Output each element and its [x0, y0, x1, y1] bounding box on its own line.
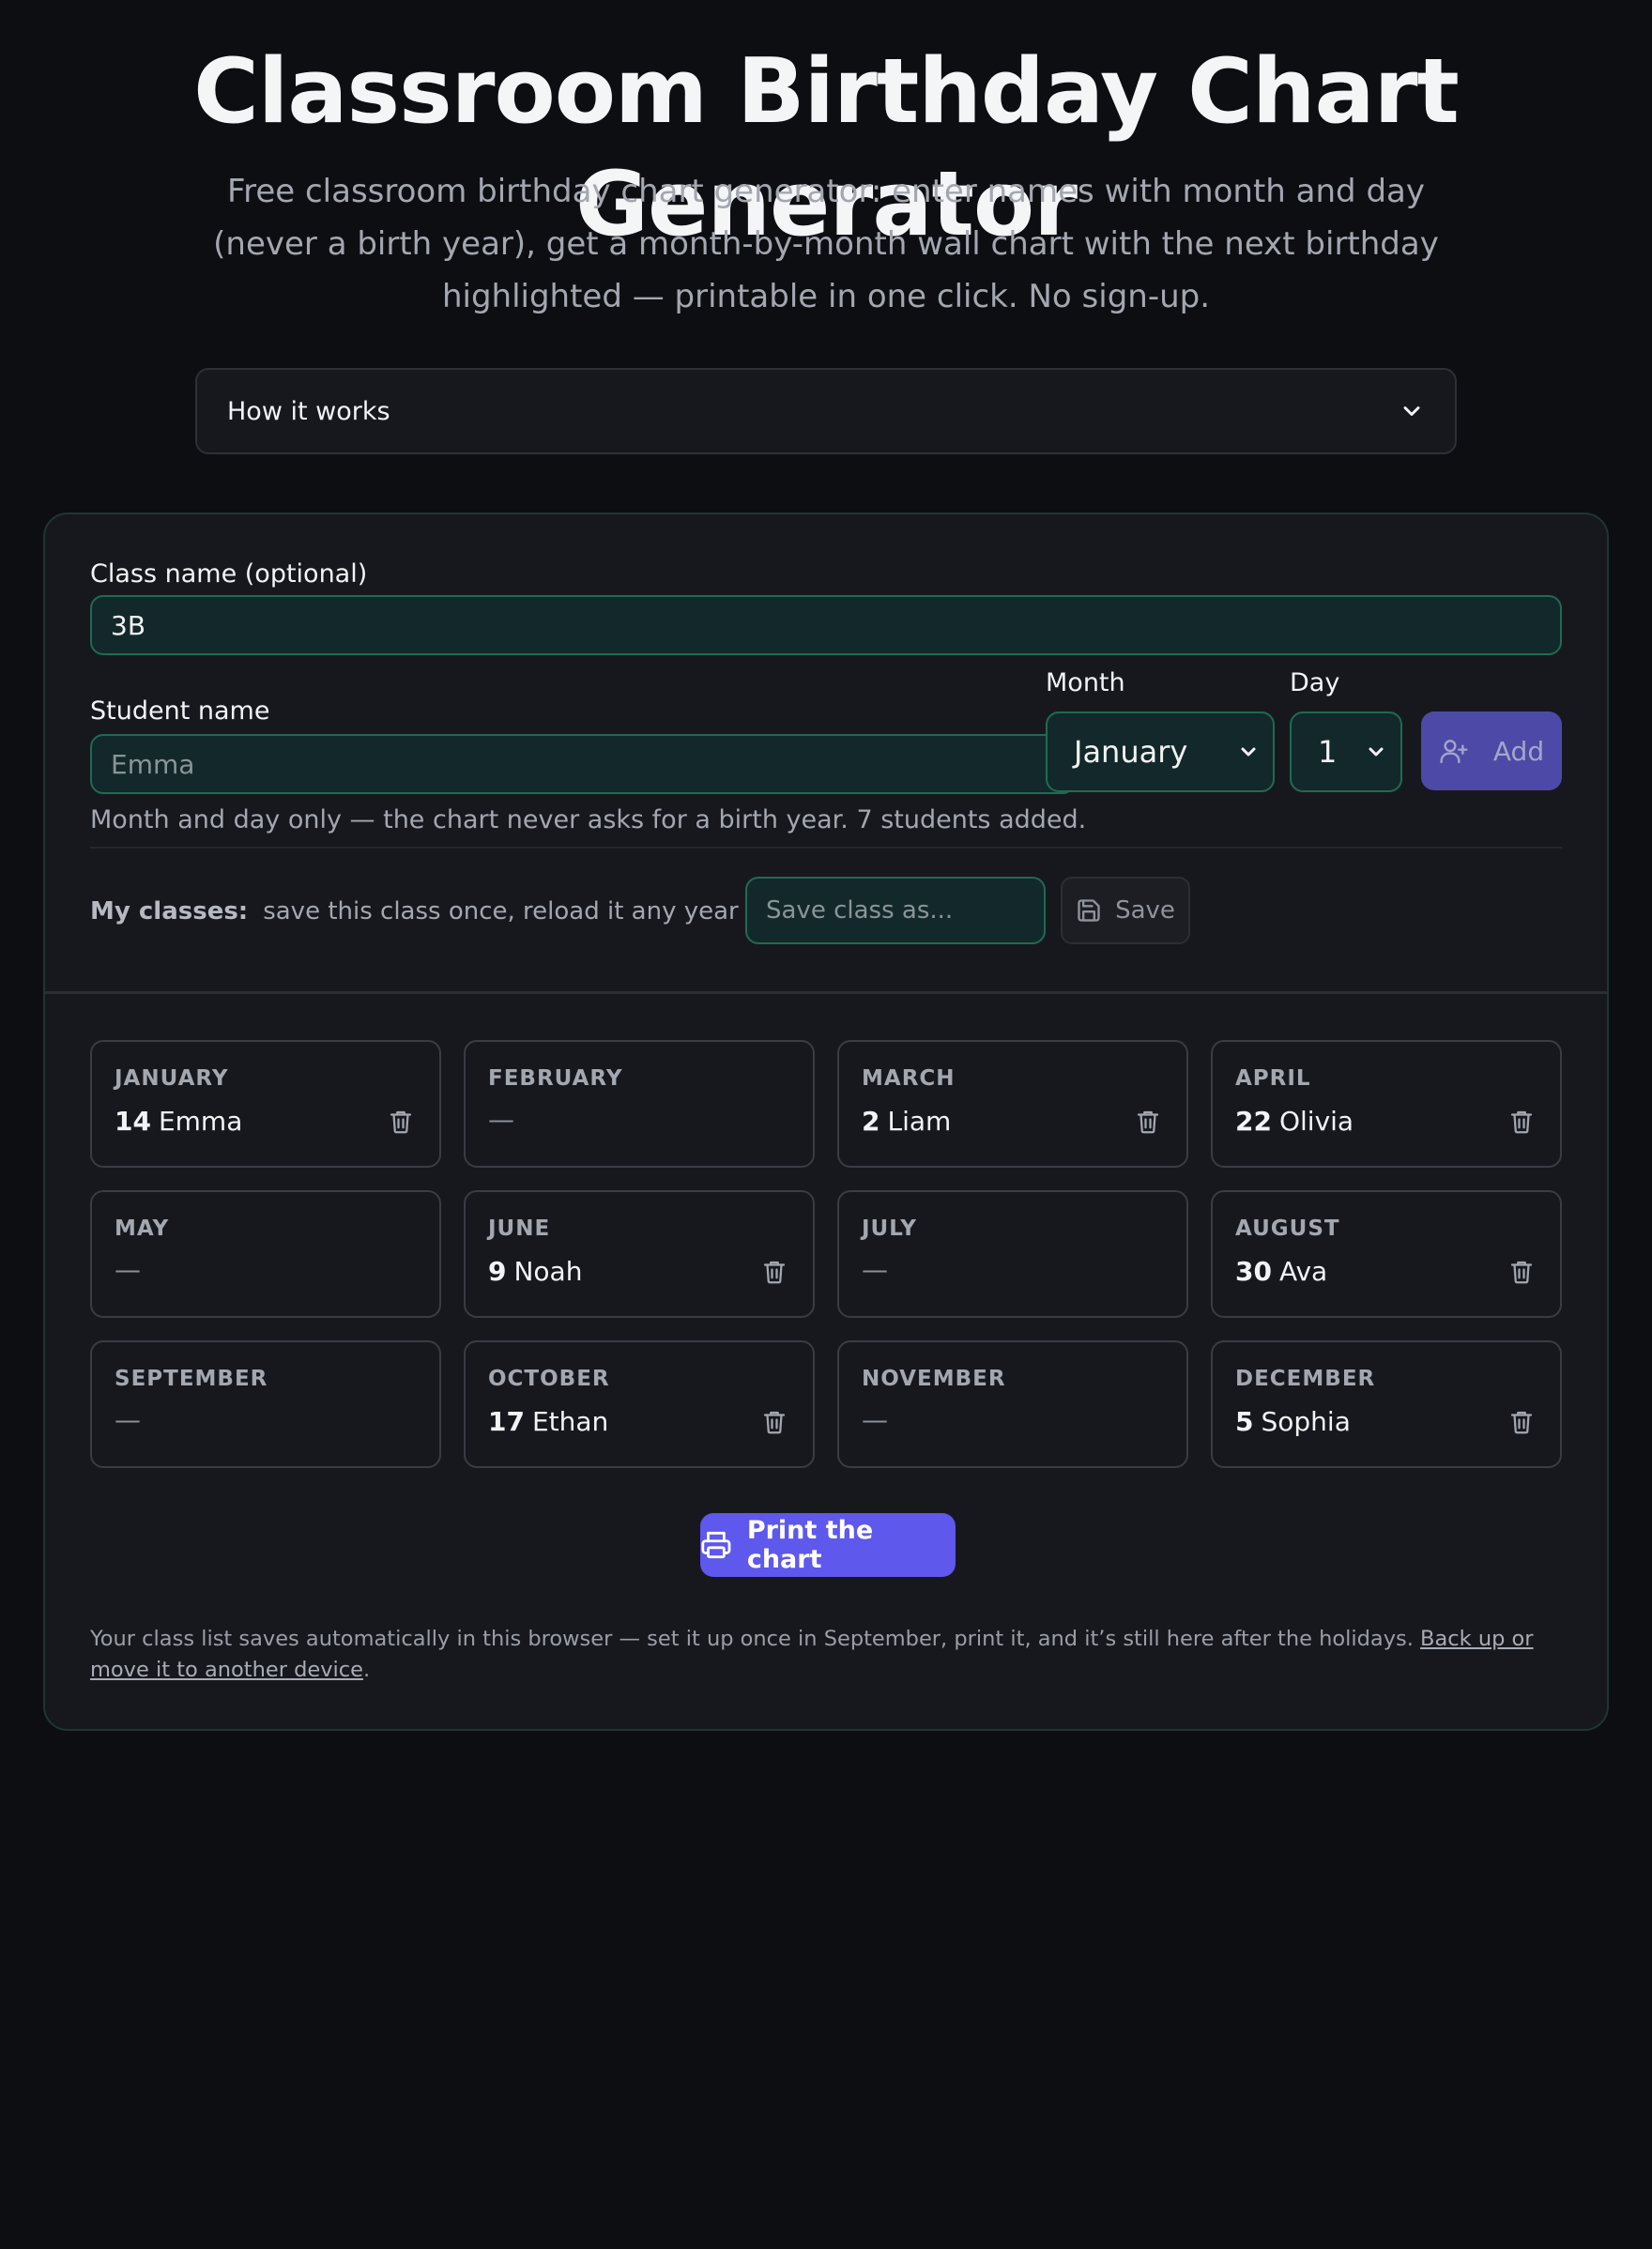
chevron-down-icon [1241, 747, 1256, 757]
empty-month-dash: — [862, 1254, 888, 1285]
trash-icon[interactable] [760, 1408, 788, 1436]
student-name: Ethan [531, 1406, 609, 1437]
birthday-entry: 9 Noah [488, 1256, 582, 1287]
birthday-entry: 14 Emma [115, 1106, 242, 1137]
student-name: Liam [887, 1106, 952, 1137]
trash-icon[interactable] [387, 1108, 415, 1136]
add-button-label: Add [1492, 735, 1545, 767]
student-name: Ava [1278, 1256, 1328, 1287]
student-name: Noah [513, 1256, 583, 1287]
birthday-entry: 17 Ethan [488, 1406, 608, 1437]
class-name-label: Class name (optional) [90, 559, 368, 589]
month-name: OCTOBER [488, 1367, 610, 1391]
save-class-button[interactable]: Save [1061, 877, 1190, 944]
trash-icon[interactable] [760, 1258, 788, 1286]
floppy-disk-icon [1078, 899, 1100, 922]
empty-month-dash: — [488, 1104, 514, 1135]
student-name: Sophia [1261, 1406, 1351, 1437]
student-name: Olivia [1278, 1106, 1354, 1137]
student-name: Emma [158, 1106, 243, 1137]
birthday-day: 17 [488, 1406, 525, 1437]
student-name-input[interactable] [90, 734, 1076, 794]
chevron-down-icon [1403, 406, 1420, 416]
printer-icon [701, 1531, 731, 1559]
month-name: MARCH [862, 1066, 956, 1091]
month-select[interactable]: January [1046, 711, 1275, 792]
my-classes-row: My classes: save this class once, reload… [90, 897, 771, 926]
month-name: JUNE [488, 1216, 551, 1241]
month-card-july: JULY — [837, 1190, 1188, 1318]
print-chart-button[interactable]: Print the chart [700, 1513, 956, 1577]
print-button-label: Print the chart [746, 1516, 874, 1574]
chart-card: Class name (optional) Student name Month… [43, 513, 1609, 1731]
page-subtitle: Free classroom birthday chart generator:… [213, 173, 1439, 315]
birthday-day: 5 [1235, 1406, 1254, 1437]
birthday-day: 9 [488, 1256, 507, 1287]
month-name: JANUARY [115, 1066, 229, 1091]
trash-icon[interactable] [1134, 1108, 1162, 1136]
trash-icon[interactable] [1507, 1258, 1536, 1286]
how-it-works-toggle[interactable]: How it works [195, 368, 1457, 454]
user-plus-icon [1440, 740, 1468, 764]
month-name: DECEMBER [1235, 1367, 1376, 1391]
month-card-august: AUGUST 30 Ava [1211, 1190, 1562, 1318]
chevron-down-icon [1369, 747, 1384, 757]
save-class-as-input[interactable] [745, 877, 1046, 944]
birthday-day: 22 [1235, 1106, 1272, 1137]
section-divider [45, 991, 1607, 994]
day-label: Day [1290, 668, 1340, 697]
month-name: AUGUST [1235, 1216, 1340, 1241]
month-name: JULY [862, 1216, 917, 1241]
student-name-label: Student name [90, 696, 270, 726]
month-label: Month [1046, 668, 1125, 697]
how-it-works-label: How it works [227, 396, 390, 426]
trash-icon[interactable] [1507, 1108, 1536, 1136]
birthday-entry: 2 Liam [862, 1106, 951, 1137]
month-name: SEPTEMBER [115, 1367, 268, 1391]
month-card-february: FEBRUARY — [464, 1040, 815, 1168]
month-card-april: APRIL 22 Olivia [1211, 1040, 1562, 1168]
day-select-value: 1 [1318, 734, 1338, 770]
save-button-label: Save [1115, 896, 1175, 925]
trash-icon[interactable] [1507, 1408, 1536, 1436]
birthday-entry: 30 Ava [1235, 1256, 1327, 1287]
footer-note: Your class list saves automatically in t… [90, 1624, 1573, 1686]
form-hint: Month and day only — the chart never ask… [90, 805, 1087, 834]
month-select-value: January [1074, 734, 1188, 770]
month-card-december: DECEMBER 5 Sophia [1211, 1340, 1562, 1468]
divider [90, 847, 1562, 849]
my-classes-text: save this class once, reload it any year… [263, 897, 772, 926]
footer-end: . [363, 1658, 371, 1682]
month-name: FEBRUARY [488, 1066, 623, 1091]
month-card-may: MAY — [90, 1190, 441, 1318]
add-student-button[interactable]: Add [1421, 711, 1562, 790]
footer-text: Your class list saves automatically in t… [90, 1627, 1414, 1651]
month-name: APRIL [1235, 1066, 1311, 1091]
month-name: MAY [115, 1216, 170, 1241]
month-name: NOVEMBER [862, 1367, 1006, 1391]
my-classes-label: My classes: [90, 897, 249, 926]
birthday-entry: 5 Sophia [1235, 1406, 1351, 1437]
month-card-march: MARCH 2 Liam [837, 1040, 1188, 1168]
month-card-september: SEPTEMBER — [90, 1340, 441, 1468]
birthday-entry: 22 Olivia [1235, 1106, 1354, 1137]
month-card-november: NOVEMBER — [837, 1340, 1188, 1468]
month-card-january: JANUARY 14 Emma [90, 1040, 441, 1168]
birthday-day: 30 [1235, 1256, 1272, 1287]
class-name-input[interactable] [90, 595, 1562, 655]
birthday-day: 2 [862, 1106, 880, 1137]
day-select[interactable]: 1 [1290, 711, 1402, 792]
birthday-day: 14 [115, 1106, 151, 1137]
empty-month-dash: — [115, 1404, 141, 1435]
month-card-june: JUNE 9 Noah [464, 1190, 815, 1318]
month-card-october: OCTOBER 17 Ethan [464, 1340, 815, 1468]
empty-month-dash: — [862, 1404, 888, 1435]
empty-month-dash: — [115, 1254, 141, 1285]
